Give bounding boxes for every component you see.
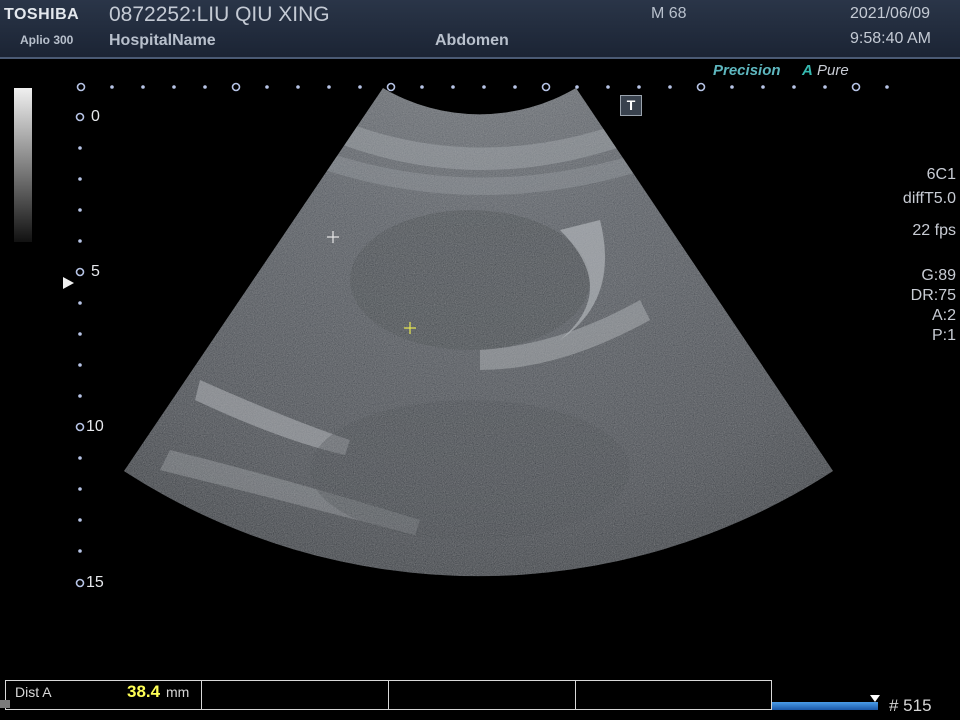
sector-scan (124, 88, 833, 577)
measurement-cell-4[interactable] (576, 681, 771, 709)
mode-label: diffT5.0 (902, 190, 956, 207)
measurement-value: 38.4 (127, 682, 161, 701)
grayscale-bar (14, 88, 32, 242)
measurement-cell-1[interactable]: Dist A 38.4 mm (6, 681, 202, 709)
dynamic-range-label: DR:75 (910, 287, 956, 304)
depth-label-15: 15 (86, 574, 104, 591)
ultrasound-image[interactable] (0, 0, 960, 720)
apure-label: Pure (817, 62, 849, 79)
cine-position-icon[interactable] (870, 695, 880, 702)
depth-label-5: 5 (91, 263, 100, 280)
measurement-unit: mm (166, 684, 190, 700)
apure-a-label: A (802, 62, 813, 79)
fps-label: 22 fps (912, 222, 956, 239)
probe-orientation-marker: T (620, 95, 642, 116)
probe-label: 6C1 (926, 166, 956, 183)
gain-label: G:89 (921, 267, 956, 284)
depth-label-10: 10 (86, 418, 104, 435)
depth-label-0: 0 (91, 108, 100, 125)
cine-progress-bar[interactable] (772, 702, 878, 710)
measurement-label: Dist A (15, 684, 52, 700)
focus-marker-icon[interactable] (63, 277, 74, 289)
measurement-bar: Dist A 38.4 mm (5, 680, 772, 710)
corner-marker (0, 700, 10, 708)
measurement-cell-3[interactable] (389, 681, 576, 709)
lateral-scale (76, 82, 889, 92)
frame-number: # 515 (889, 696, 932, 715)
measurement-cell-2[interactable] (202, 681, 389, 709)
a-param-label: A:2 (931, 307, 956, 324)
p-param-label: P:1 (931, 327, 956, 344)
depth-scale (75, 112, 85, 588)
precision-label: Precision (713, 62, 781, 79)
